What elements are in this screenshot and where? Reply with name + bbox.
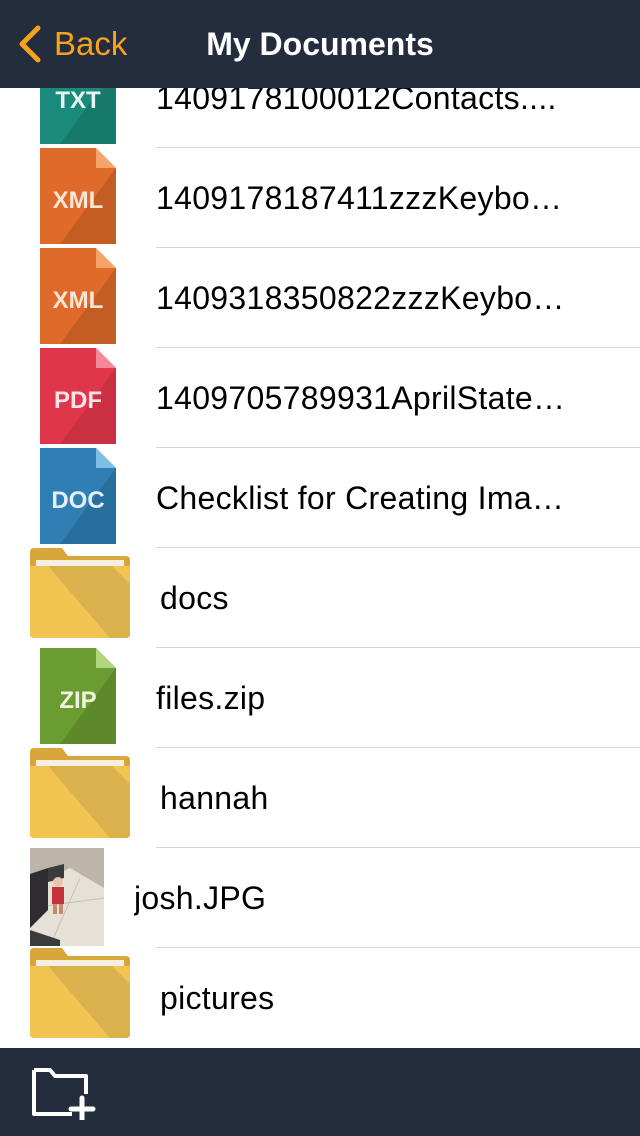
- list-item[interactable]: hannah: [0, 748, 640, 848]
- zip-file-icon: ZIP: [40, 648, 116, 744]
- file-name: Checklist for Creating Ima…: [156, 480, 565, 516]
- file-name: josh.JPG: [134, 880, 267, 916]
- xml-file-icon: XML: [40, 148, 116, 244]
- file-list: TXT 1409178100012Contacts.... XML 140917…: [0, 48, 640, 1048]
- folder-icon: [30, 548, 130, 638]
- file-name: pictures: [160, 980, 275, 1016]
- file-badge-label: DOC: [51, 487, 104, 514]
- new-folder-icon[interactable]: [28, 1066, 98, 1120]
- file-badge-label: XML: [53, 187, 104, 214]
- list-item[interactable]: josh.JPG: [0, 848, 640, 948]
- folder-icon: [30, 948, 130, 1038]
- file-badge-label: PDF: [54, 387, 102, 414]
- file-badge-label: TXT: [55, 87, 101, 114]
- list-item[interactable]: pictures: [0, 948, 640, 1048]
- doc-file-icon: DOC: [40, 448, 116, 544]
- file-name: 1409705789931AprilState…: [156, 380, 566, 416]
- list-item[interactable]: docs: [0, 548, 640, 648]
- file-name: 1409318350822zzzKeybo…: [156, 280, 565, 316]
- photo-thumbnail: [30, 848, 104, 946]
- list-item[interactable]: ZIP files.zip: [0, 648, 640, 748]
- list-item[interactable]: PDF 1409705789931AprilState…: [0, 348, 640, 448]
- page-title: My Documents: [206, 25, 434, 62]
- file-badge-label: XML: [53, 287, 104, 314]
- file-name: hannah: [160, 780, 269, 816]
- navigation-bar: Back My Documents: [0, 0, 640, 88]
- file-name: docs: [160, 580, 229, 616]
- folder-icon: [30, 748, 130, 838]
- xml-file-icon: XML: [40, 248, 116, 344]
- file-name: 1409178187411zzzKeybo…: [156, 180, 563, 216]
- bottom-toolbar: [0, 1048, 640, 1136]
- file-name: files.zip: [156, 680, 266, 716]
- file-badge-label: ZIP: [59, 687, 96, 714]
- list-item[interactable]: DOC Checklist for Creating Ima…: [0, 448, 640, 548]
- pdf-file-icon: PDF: [40, 348, 116, 444]
- list-item[interactable]: XML 1409318350822zzzKeybo…: [0, 248, 640, 348]
- list-item[interactable]: XML 1409178187411zzzKeybo…: [0, 148, 640, 248]
